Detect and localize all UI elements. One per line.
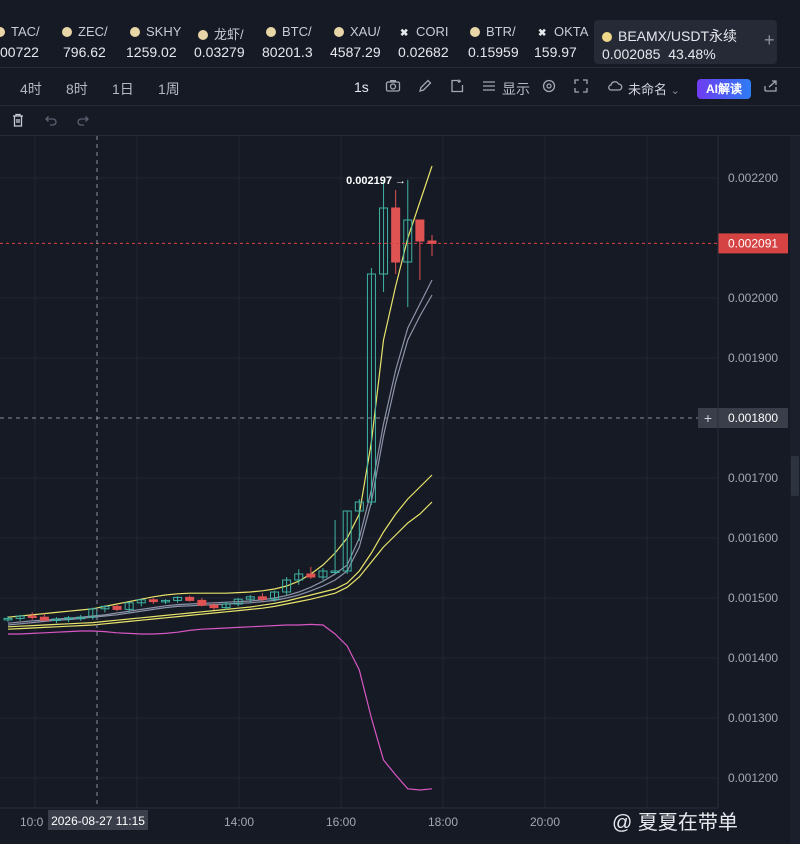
y-tick-label: 0.002200 <box>728 171 778 185</box>
y-tick-label: 0.002000 <box>728 291 778 305</box>
y-tick-label: 0.001900 <box>728 351 778 365</box>
plus-icon: + <box>704 410 712 426</box>
timeframe-1d[interactable]: 1日 <box>112 79 134 99</box>
y-tick-label: 0.001200 <box>728 771 778 785</box>
ticker-price: 00722 <box>0 44 39 60</box>
candle-body <box>197 599 207 606</box>
scroll-thumb[interactable] <box>791 456 799 496</box>
ticker-name: OKTA <box>554 24 589 39</box>
fullscreen-icon[interactable] <box>572 78 590 96</box>
y-tick-label: 0.001500 <box>728 591 778 605</box>
cross-icon: ✖ <box>538 28 547 39</box>
ticker-price: 0.03279 <box>194 44 245 60</box>
coin-icon <box>198 30 208 40</box>
candles <box>3 179 437 624</box>
y-tick-label: 0.001300 <box>728 711 778 725</box>
moving-average-line <box>8 623 433 791</box>
x-tick-label: 18:00 <box>428 815 458 829</box>
ai-analysis-button[interactable]: AI解读 <box>697 79 751 99</box>
coin-icon <box>0 27 5 37</box>
coin-icon <box>602 32 612 42</box>
timeframe-4h[interactable]: 4时 <box>20 79 42 99</box>
layout-name: 未命名 <box>628 82 668 97</box>
ticker-price: 0.15959 <box>468 44 519 60</box>
candle-body <box>209 604 219 609</box>
timeframe-1w[interactable]: 1周 <box>158 79 180 99</box>
candle-body <box>185 596 195 601</box>
cross-icon: ✖ <box>400 28 409 39</box>
active-ticker-name: BEAMX/USDT永续 <box>618 28 738 44</box>
chart-toolbar: 4时 8时 1日 1周 1s 显示 未命名 ⌄ AI解读 <box>0 68 800 106</box>
x-tick-label: 16:00 <box>326 815 356 829</box>
arrow-right-icon: → <box>395 175 406 187</box>
external-window-icon[interactable] <box>448 78 466 96</box>
coin-icon <box>334 27 344 37</box>
ticker-name: BTR/ <box>486 24 516 39</box>
ticker-name: 龙虾/ <box>214 27 244 42</box>
candle-body <box>148 599 158 603</box>
ticker-name: XAU/ <box>350 24 381 39</box>
x-tick-label: 10:0 <box>20 815 44 829</box>
trash-icon[interactable] <box>9 112 27 130</box>
active-ticker-price: 0.002085 <box>602 46 661 62</box>
layout-select[interactable]: 未命名 ⌄ <box>628 79 680 98</box>
chart-grid <box>0 136 718 808</box>
ticker-name: TAC/ <box>11 24 40 39</box>
ticker-bar: TAC/ 00722 ZEC/ 796.62 SKHY 1259.02 龙虾/ … <box>0 0 800 68</box>
active-ticker[interactable]: BEAMX/USDT永续 0.002085 43.48% <box>594 20 777 64</box>
moving-average-line <box>7 279 433 624</box>
redo-icon[interactable] <box>74 112 92 130</box>
crosshair-time-label: 2026-08-27 11:15 <box>51 814 145 828</box>
drawing-toolbar <box>0 106 800 136</box>
candlestick-chart[interactable]: 0.002091 + 0.001800 2026-08-27 11:15 0.00219… <box>0 136 790 844</box>
right-scrollbar[interactable] <box>790 136 800 844</box>
display-button[interactable]: 显示 <box>502 79 530 99</box>
candle-body <box>415 219 425 242</box>
candle-body <box>39 616 49 621</box>
y-tick-label: 0.001600 <box>728 531 778 545</box>
moving-average-line <box>7 165 433 618</box>
y-tick-label: 0.001700 <box>728 471 778 485</box>
ticker-price: 4587.29 <box>330 44 381 60</box>
high-annotation: 0.002197 <box>346 175 392 187</box>
candle-body <box>112 605 122 610</box>
add-ticker-button[interactable]: + <box>764 30 775 51</box>
interval-button[interactable]: 1s <box>354 79 369 95</box>
x-tick-label: 14:00 <box>224 815 254 829</box>
pencil-icon[interactable] <box>416 78 434 96</box>
watermark: @ 夏夏在带单 <box>612 812 738 834</box>
candle-body <box>257 596 267 600</box>
candle-body <box>391 207 401 263</box>
timeframe-8h[interactable]: 8时 <box>66 79 88 99</box>
chevron-down-icon: ⌄ <box>670 85 680 97</box>
gear-icon[interactable] <box>540 78 558 96</box>
coin-icon <box>130 27 140 37</box>
crosshair-price-label: 0.001800 <box>728 411 778 425</box>
ticker-price: 796.62 <box>63 44 106 60</box>
ticker-name: ZEC/ <box>78 24 108 39</box>
list-icon[interactable] <box>480 78 498 96</box>
camera-icon[interactable] <box>384 78 402 96</box>
last-price-label: 0.002091 <box>728 236 778 250</box>
coin-icon <box>62 27 72 37</box>
candle-body <box>27 615 37 618</box>
cloud-icon <box>606 78 624 96</box>
coin-icon <box>266 27 276 37</box>
ticker-name: CORI <box>416 24 449 39</box>
ticker-price: 80201.3 <box>262 44 313 60</box>
active-ticker-change: 43.48% <box>668 46 716 62</box>
ticker-name: BTC/ <box>282 24 312 39</box>
share-icon[interactable] <box>762 78 780 96</box>
ticker-name: SKHY <box>146 24 182 39</box>
ticker-price: 1259.02 <box>126 44 177 60</box>
coin-icon <box>470 27 480 37</box>
ticker-price: 159.97 <box>534 44 577 60</box>
undo-icon[interactable] <box>42 112 60 130</box>
candle-body <box>306 573 316 578</box>
x-tick-label: 20:00 <box>530 815 560 829</box>
y-tick-label: 0.001400 <box>728 651 778 665</box>
ticker-price: 0.02682 <box>398 44 449 60</box>
